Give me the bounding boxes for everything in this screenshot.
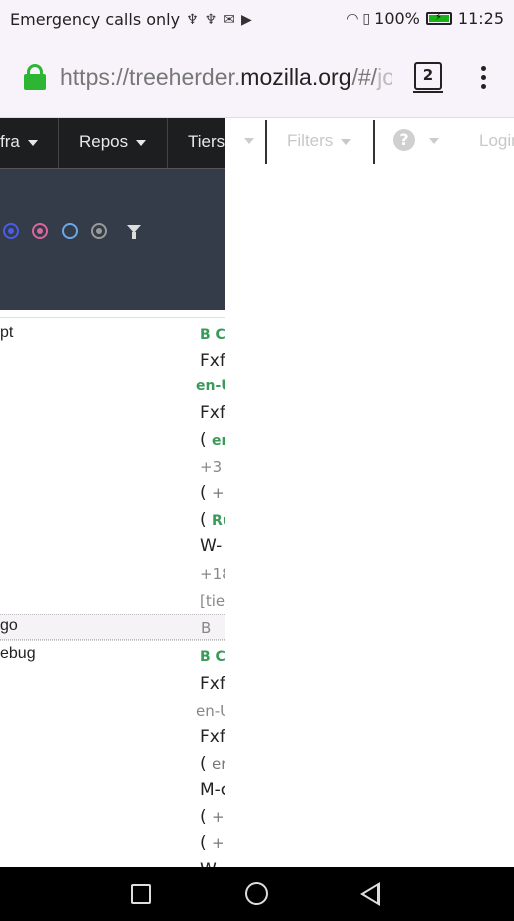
battery-percent: 100%: [374, 9, 420, 28]
job-list: pt B C Fxf en-U Fxf ( er +3 ( +2 ( Ru W-…: [0, 317, 225, 867]
job-symbol: er: [212, 433, 225, 449]
job-group[interactable]: W-: [200, 536, 222, 556]
nav-login-link[interactable]: Login: [479, 118, 514, 168]
recents-icon[interactable]: [131, 884, 151, 904]
chevron-down-icon[interactable]: [244, 138, 254, 144]
job-count[interactable]: +3: [200, 458, 222, 476]
platform-name: pt: [0, 324, 14, 341]
job-symbol: +1: [212, 834, 225, 852]
treeherder-navbar: fra Repos Tiers: [0, 118, 225, 168]
back-icon[interactable]: [360, 882, 380, 906]
url-scheme: https://treeherder.: [60, 64, 241, 90]
clock: 11:25: [457, 9, 504, 28]
sim-alert-icon: ▯: [362, 10, 371, 27]
nav-separator: [58, 118, 59, 168]
filter-icon[interactable]: [127, 225, 141, 239]
paren: (: [200, 510, 213, 530]
overflow-menu-icon[interactable]: [478, 66, 488, 92]
job-group[interactable]: ( er: [200, 754, 225, 774]
job-group[interactable]: ( +9: [200, 807, 225, 827]
tab-switcher-button[interactable]: 2: [413, 62, 443, 93]
job-group[interactable]: Fxf: [200, 674, 225, 694]
chevron-down-icon: [341, 138, 352, 145]
platform-name: ebug: [0, 645, 36, 662]
wifi-icon: ◠: [346, 10, 359, 27]
filter-circle-grey[interactable]: [91, 223, 107, 239]
job-group[interactable]: B C: [200, 649, 225, 665]
help-icon[interactable]: ?: [393, 129, 415, 151]
status-left: Emergency calls only ♆ ♆ ✉ ▶: [10, 10, 252, 29]
platform-row: go B: [0, 614, 225, 640]
job-group[interactable]: en-U: [196, 702, 225, 720]
job-group[interactable]: ( Ru: [200, 510, 225, 530]
nav-tiers-label: Tiers: [188, 132, 226, 151]
paren: (: [200, 430, 213, 450]
page-content: fra Repos Tiers Filters ? Login pt B C F…: [0, 118, 514, 867]
filter-bar: [0, 168, 225, 310]
job-group[interactable]: M-c: [200, 780, 225, 800]
job-symbol: Ru: [212, 513, 225, 529]
paren: (: [200, 833, 213, 853]
job-group[interactable]: B C: [200, 327, 225, 343]
browser-toolbar: https://treeherder.mozilla.org/#/jo 2: [0, 40, 514, 118]
carrier-text: Emergency calls only: [10, 10, 181, 29]
gmail-icon: ✉: [223, 11, 235, 28]
filter-circle-pink[interactable]: [32, 223, 48, 239]
paren: (: [200, 483, 213, 503]
url-path: /#/: [351, 64, 378, 90]
url-faded: jo: [377, 64, 392, 90]
nav-filters-menu[interactable]: Filters: [287, 118, 352, 168]
platform-row: ebug B C Fxf en-U Fxf ( er M-c ( +9 ( +1…: [0, 640, 225, 867]
job-group[interactable]: B: [201, 619, 211, 637]
platform-name: go: [0, 617, 18, 634]
battery-icon: ⚡: [425, 12, 452, 25]
job-group[interactable]: ( +2: [200, 483, 225, 503]
nav-separator: [265, 120, 267, 164]
job-count[interactable]: +18: [200, 565, 225, 583]
platform-row: pt B C Fxf en-U Fxf ( er +3 ( +2 ( Ru W-…: [0, 317, 225, 614]
nav-tiers-menu[interactable]: Tiers: [188, 118, 225, 168]
status-bar: Emergency calls only ♆ ♆ ✉ ▶ ◠ ▯ 100% ⚡ …: [0, 0, 514, 40]
nav-repos-label: Repos: [79, 132, 129, 151]
job-symbol: +9: [212, 808, 225, 826]
job-group[interactable]: Fxf: [200, 403, 225, 423]
nav-infra-label: fra: [0, 132, 20, 151]
chevron-down-icon: [27, 139, 38, 146]
android-nav-bar: [0, 867, 514, 921]
lock-icon[interactable]: [24, 64, 46, 90]
tier-label: [tier: [200, 592, 225, 610]
job-group[interactable]: ( +1: [200, 833, 225, 853]
paren: (: [200, 754, 213, 774]
job-group[interactable]: ( er: [200, 430, 225, 450]
job-group[interactable]: Fxf: [200, 727, 225, 747]
status-right: ◠ ▯ 100% ⚡ 11:25: [346, 9, 504, 28]
filter-circle-blue[interactable]: [3, 223, 19, 239]
nav-separator: [373, 120, 375, 164]
nav-infra-menu[interactable]: fra: [0, 118, 38, 168]
job-group[interactable]: Fxf: [200, 351, 225, 371]
chevron-down-icon[interactable]: [429, 138, 439, 144]
url-field[interactable]: https://treeherder.mozilla.org/#/jo: [60, 64, 392, 94]
nav-filters-label: Filters: [287, 131, 334, 150]
job-group[interactable]: en-U: [196, 378, 225, 394]
nav-separator: [167, 118, 168, 168]
play-icon: ▶: [240, 11, 252, 28]
nav-repos-menu[interactable]: Repos: [79, 118, 147, 168]
url-domain: mozilla.org: [240, 64, 352, 90]
job-symbol: er: [212, 755, 225, 773]
job-symbol: +2: [212, 484, 225, 502]
usb-icon: ♆: [204, 11, 218, 28]
job-group[interactable]: W-: [200, 860, 222, 867]
paren: (: [200, 807, 213, 827]
home-icon[interactable]: [245, 882, 268, 905]
filter-circle-lightblue[interactable]: [62, 223, 78, 239]
chevron-down-icon: [136, 139, 147, 146]
usb-icon: ♆: [186, 11, 199, 28]
